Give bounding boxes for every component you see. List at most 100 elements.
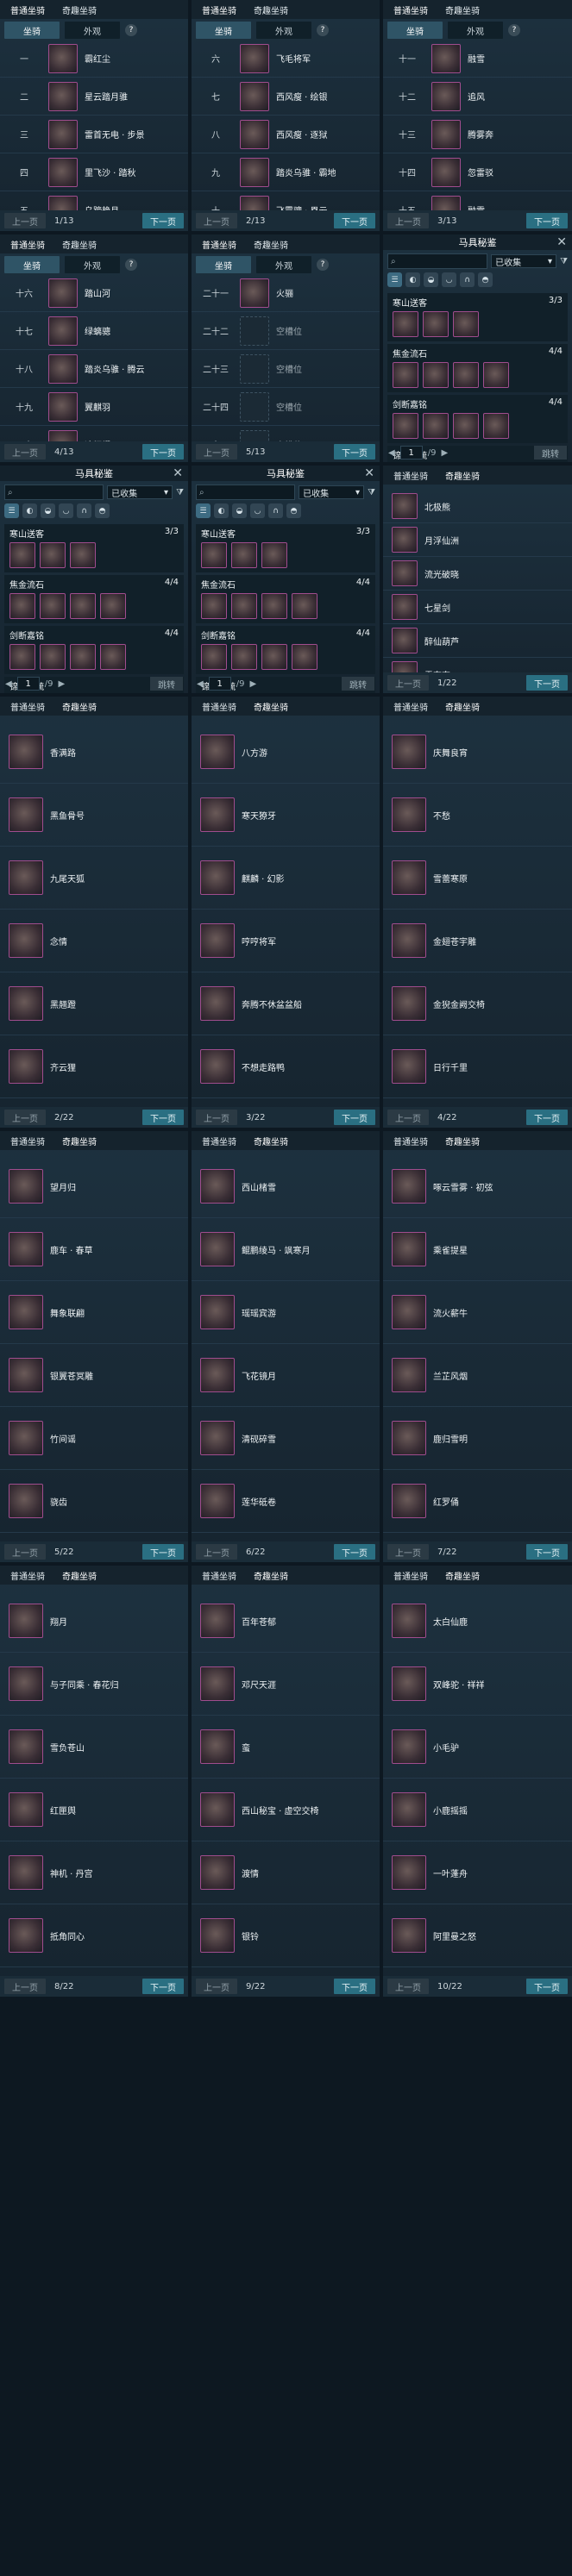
tab-fun[interactable]: 奇趣坐骑 [254,1569,288,1582]
collection-group[interactable]: 焦金流石 4/4 [4,575,184,623]
horseshoe-icon[interactable]: ∩ [77,503,91,518]
tab-normal[interactable]: 普通坐骑 [202,1569,236,1582]
fun-mount-row[interactable]: 奔腾不休盆盆船 [192,972,380,1035]
fun-mount-row[interactable]: 兰芷风烟 [383,1344,572,1407]
tab-fun[interactable]: 奇趣坐骑 [62,3,97,16]
gear-piece-icon[interactable] [231,542,257,568]
next-arrow-icon[interactable]: ▶ [249,679,256,689]
prev-button[interactable]: 上一页 [387,675,429,691]
fun-mount-row[interactable]: 骁齿 [0,1470,188,1533]
gear-piece-icon[interactable] [231,644,257,670]
fun-mount-row[interactable]: 小毛驴 [383,1716,572,1779]
collection-group[interactable]: 寒山送客 3/3 [4,524,184,572]
fun-mount-row[interactable]: 不愁 [383,784,572,847]
help-icon[interactable]: ? [508,24,520,36]
gear-piece-icon[interactable] [292,593,317,619]
prev-button[interactable]: 上一页 [4,1544,46,1560]
foot-icon[interactable]: ◓ [95,503,110,518]
all-icon[interactable]: ☰ [387,272,402,287]
subtab-mount[interactable]: 坐骑 [4,22,60,39]
fun-mount-row[interactable]: 银翼苍冥雕 [0,1344,188,1407]
fun-mount-row[interactable]: 飞花镜月 [192,1344,380,1407]
gear-piece-icon[interactable] [40,644,66,670]
gear-piece-icon[interactable] [100,644,126,670]
prev-button[interactable]: 上一页 [196,1979,237,1994]
fun-mount-row[interactable]: 念情 [0,910,188,972]
gear-piece-icon[interactable] [423,362,449,388]
next-button[interactable]: 下一页 [142,1979,184,1994]
tab-fun[interactable]: 奇趣坐骑 [254,1135,288,1147]
mount-row[interactable]: 二十二 空槽位 [192,312,380,350]
collection-group[interactable]: 寒山送客 3/3 [196,524,375,572]
tab-fun[interactable]: 奇趣坐骑 [62,238,97,251]
tab-fun[interactable]: 奇趣坐骑 [445,1135,480,1147]
gear-piece-icon[interactable] [201,644,227,670]
help-icon[interactable]: ? [317,24,329,36]
tab-fun[interactable]: 奇趣坐骑 [254,238,288,251]
saddle-icon[interactable]: ◐ [405,272,420,287]
search-input[interactable]: ⌕ [4,485,104,500]
fun-mount-row[interactable]: 寒天獠牙 [192,784,380,847]
subtab-look[interactable]: 外观 [256,22,311,39]
fun-mount-row[interactable]: 日行千里 [383,1035,572,1098]
saddle-icon[interactable]: ◐ [22,503,37,518]
page-input[interactable]: 1 [16,677,40,691]
gear-piece-icon[interactable] [9,644,35,670]
prev-button[interactable]: 上一页 [387,1979,429,1994]
mount-row[interactable]: 二十四 空槽位 [192,388,380,426]
prev-button[interactable]: 上一页 [196,1544,237,1560]
search-input[interactable]: ⌕ [196,485,296,500]
fun-mount-row[interactable]: 红罗俑 [383,1470,572,1533]
next-button[interactable]: 下一页 [334,213,375,228]
fun-mount-row[interactable]: 香满路 [0,721,188,784]
next-button[interactable]: 下一页 [334,1110,375,1125]
fun-mount-row[interactable]: 阿里曼之怒 [383,1904,572,1967]
gear-piece-icon[interactable] [393,362,418,388]
fun-mount-row[interactable]: 流火薪牛 [383,1281,572,1344]
tab-normal[interactable]: 普通坐骑 [202,238,236,251]
fun-mount-row[interactable]: 不想走路鸭 [192,1035,380,1098]
next-button[interactable]: 下一页 [526,213,568,228]
foot-icon[interactable]: ◓ [478,272,493,287]
tab-fun[interactable]: 奇趣坐骑 [62,1569,97,1582]
horseshoe-icon[interactable]: ∩ [460,272,475,287]
fun-mount-row[interactable]: 月浮仙洲 [383,523,572,557]
fun-mount-row[interactable]: 小鹿摇摇 [383,1779,572,1841]
next-button[interactable]: 下一页 [526,1979,568,1994]
saddle-icon[interactable]: ◐ [214,503,229,518]
fun-mount-row[interactable]: 金翅苍宇雕 [383,910,572,972]
filter-select[interactable]: 已收集 ▾ [299,485,365,499]
mount-row[interactable]: 四 里飞沙 · 踏秋 [0,153,188,191]
mount-row[interactable]: 八 西风瘦 · 逐狱 [192,116,380,153]
search-input[interactable]: ⌕ [387,253,488,269]
tab-normal[interactable]: 普通坐骑 [202,1135,236,1147]
page-input[interactable]: 1 [399,446,423,460]
subtab-look[interactable]: 外观 [65,22,120,39]
collection-group[interactable]: 寒山送客 3/3 [387,293,568,341]
prev-button[interactable]: 上一页 [387,1110,429,1125]
prev-button[interactable]: 上一页 [196,444,237,460]
fun-mount-row[interactable]: 麒麟 · 幻影 [192,847,380,910]
prev-button[interactable]: 上一页 [196,213,237,228]
mount-row[interactable]: 七 西风瘦 · 绘银 [192,78,380,116]
prev-button[interactable]: 上一页 [4,444,46,460]
tab-fun[interactable]: 奇趣坐骑 [254,3,288,16]
tab-fun[interactable]: 奇趣坐骑 [445,1569,480,1582]
mount-row[interactable]: 十三 腾雾奔 [383,116,572,153]
gear-piece-icon[interactable] [201,542,227,568]
next-button[interactable]: 下一页 [526,1544,568,1560]
gear-piece-icon[interactable] [292,644,317,670]
collection-group[interactable]: 焦金流石 4/4 [387,344,568,392]
fun-mount-row[interactable]: 双峰驼 · 祥祥 [383,1653,572,1716]
gear-piece-icon[interactable] [40,542,66,568]
fun-mount-row[interactable]: 神机 · 丹宫 [0,1841,188,1904]
fun-mount-row[interactable]: 莲华砥卷 [192,1470,380,1533]
all-icon[interactable]: ☰ [196,503,211,518]
gear-piece-icon[interactable] [70,644,96,670]
fun-mount-row[interactable]: 蛮 [192,1716,380,1779]
tab-normal[interactable]: 普通坐骑 [393,469,428,482]
subtab-look[interactable]: 外观 [65,256,120,273]
fun-mount-row[interactable]: 太白仙鹿 [383,1590,572,1653]
mount-row[interactable]: 三 雷首无电 · 步景 [0,116,188,153]
collection-group[interactable]: 剑断嘉铭 4/4 [387,395,568,443]
